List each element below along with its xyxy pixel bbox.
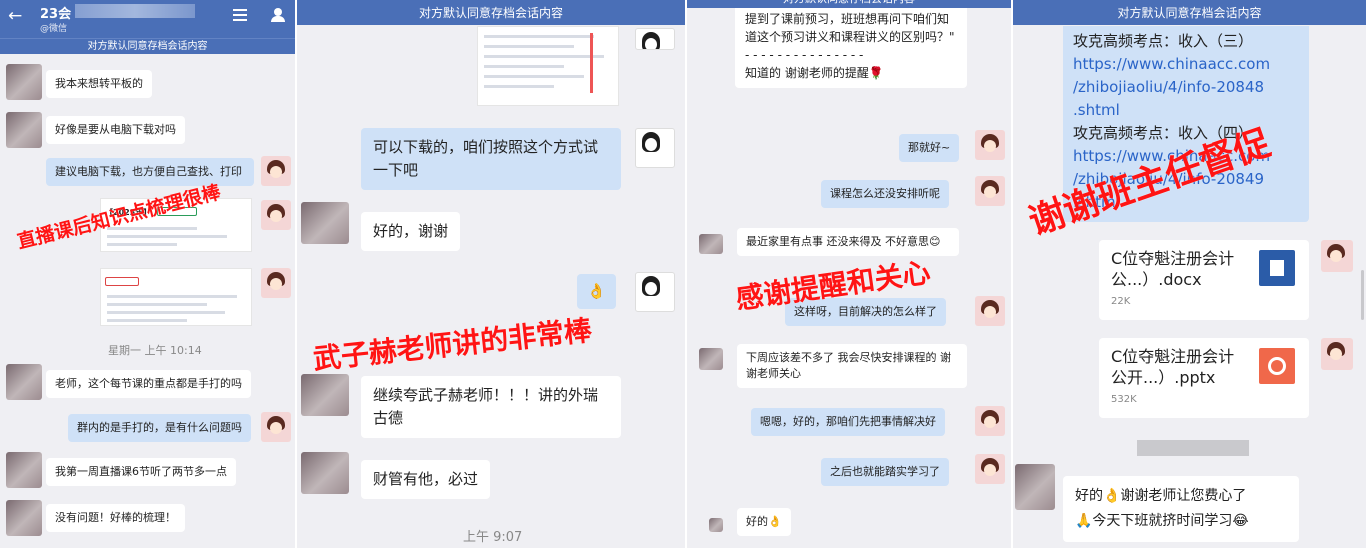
collage: ← 23会 @微信 对方默认同意存档会话内容 我本来想转平板的 好像是要从电脑下… — [0, 0, 1366, 548]
avatar — [635, 128, 675, 168]
message-bubble: 好的，谢谢 — [361, 212, 461, 251]
avatar — [261, 412, 291, 442]
avatar — [6, 364, 42, 400]
avatar — [709, 518, 723, 532]
chat-title: 23会 — [40, 7, 72, 22]
avatar — [975, 130, 1005, 160]
avatar — [261, 156, 291, 186]
archive-banner: 对方默认同意存档会话内容 — [687, 0, 1011, 8]
message-bubble: 继续夸武子赫老师！！！讲的外瑞古德 — [361, 376, 621, 438]
archive-banner: 对方默认同意存档会话内容 — [0, 38, 295, 54]
avatar — [975, 176, 1005, 206]
message-bubble: 嗯嗯，好的，那咱们先把事情解决好 — [751, 408, 945, 436]
message-bubble: 好的👌谢谢老师让您费心了 🙏今天下班就挤时间学习😂 — [1063, 476, 1299, 542]
message-bubble: 之后也就能踏实学习了 — [821, 458, 949, 486]
avatar — [1321, 338, 1353, 370]
avatar — [261, 268, 291, 298]
archive-banner: 对方默认同意存档会话内容 — [297, 0, 685, 25]
file-size: 22K — [1111, 296, 1131, 307]
chat-panel-2: 对方默认同意存档会话内容 可以下载的，咱们按照这个方式试一下吧 好的，谢谢 👌 … — [297, 0, 687, 548]
ppt-icon — [1259, 348, 1295, 384]
link-url[interactable]: /zhibojiaoliu/4/info-20848 — [1073, 76, 1299, 99]
doc-icon — [1259, 250, 1295, 286]
contact-icon[interactable] — [271, 8, 285, 22]
avatar — [699, 234, 723, 254]
avatar — [635, 272, 675, 312]
message-bubble: 财管有他，必过 — [361, 460, 491, 499]
file-size: 532K — [1111, 394, 1137, 405]
avatar — [301, 374, 349, 416]
chat-panel-3: 对方默认同意存档会话内容 提到了课前预习，班班想再问下咱们知道这个预习讲义和课程… — [687, 0, 1013, 548]
avatar — [6, 64, 42, 100]
file-name: C位夺魁注册会计公开...）.pptx — [1111, 347, 1235, 387]
redaction-bar — [1137, 440, 1249, 456]
message-bubble: 课程怎么还没安排听呢 — [821, 180, 949, 208]
message-bubble: 老师，这个每节课的重点都是手打的吗 — [46, 370, 251, 398]
message-bubble: 提到了课前预习，班班想再问下咱们知道这个预习讲义和课程讲义的区别吗？" - - … — [735, 8, 967, 88]
link-url[interactable]: .shtml — [1073, 99, 1299, 122]
message-bubble: 可以下载的，咱们按照这个方式试一下吧 — [361, 128, 621, 190]
avatar — [6, 452, 42, 488]
message-bubble: 好像是要从电脑下载对吗 — [46, 116, 185, 144]
message-bubble: 那就好~ — [899, 134, 960, 162]
red-caption: 武子赫老师讲的非常棒 — [311, 313, 594, 376]
chat-panel-1: ← 23会 @微信 对方默认同意存档会话内容 我本来想转平板的 好像是要从电脑下… — [0, 0, 297, 548]
avatar — [975, 406, 1005, 436]
avatar — [261, 200, 291, 230]
avatar — [975, 296, 1005, 326]
message-bubble: 建议电脑下载，也方便自己查找、打印 — [46, 158, 254, 186]
avatar — [975, 454, 1005, 484]
file-card[interactable]: C位夺魁注册会计公开...）.pptx 532K — [1099, 338, 1309, 418]
chat-panel-4: 对方默认同意存档会话内容 攻克高频考点：收入（三） https://www.ch… — [1013, 0, 1366, 548]
archive-banner: 对方默认同意存档会话内容 — [1013, 0, 1366, 25]
chat-subtitle: @微信 — [40, 24, 68, 34]
message-bubble: 我第一周直播课6节听了两节多一点 — [46, 458, 236, 486]
screenshot-image — [100, 268, 252, 326]
file-card[interactable]: C位夺魁注册会计公...）.docx 22K — [1099, 240, 1309, 320]
message-bubble: 群内的是手打的，是有什么问题吗 — [68, 414, 251, 442]
timestamp: 星期一 上午 10:14 — [108, 344, 202, 357]
scrollbar[interactable] — [1361, 270, 1364, 320]
message-bubble: 下周应该差不多了 我会尽快安排课程的 谢谢老师关心 — [737, 344, 967, 388]
screenshot-image — [477, 26, 619, 106]
message-bubble: 我本来想转平板的 — [46, 70, 152, 98]
blurred-name — [75, 4, 195, 18]
avatar — [301, 202, 349, 244]
link-title: 攻克高频考点：收入（三） — [1073, 32, 1254, 50]
message-bubble: 没有问题！好棒的梳理！ — [46, 504, 185, 532]
file-name: C位夺魁注册会计公...）.docx — [1111, 249, 1235, 289]
avatar — [1015, 464, 1055, 510]
avatar — [301, 452, 349, 494]
avatar — [6, 112, 42, 148]
timestamp: 上午 9:07 — [463, 530, 523, 545]
link-url[interactable]: https://www.chinaacc.com — [1073, 53, 1299, 76]
back-arrow-icon[interactable]: ← — [8, 6, 22, 26]
avatar — [1321, 240, 1353, 272]
avatar — [699, 348, 723, 370]
chat-header: ← 23会 @微信 — [0, 0, 295, 38]
message-bubble: 👌 — [577, 274, 616, 309]
menu-icon[interactable] — [233, 9, 247, 21]
avatar — [6, 500, 42, 536]
message-bubble: 好的👌 — [737, 508, 791, 536]
avatar — [635, 28, 675, 50]
